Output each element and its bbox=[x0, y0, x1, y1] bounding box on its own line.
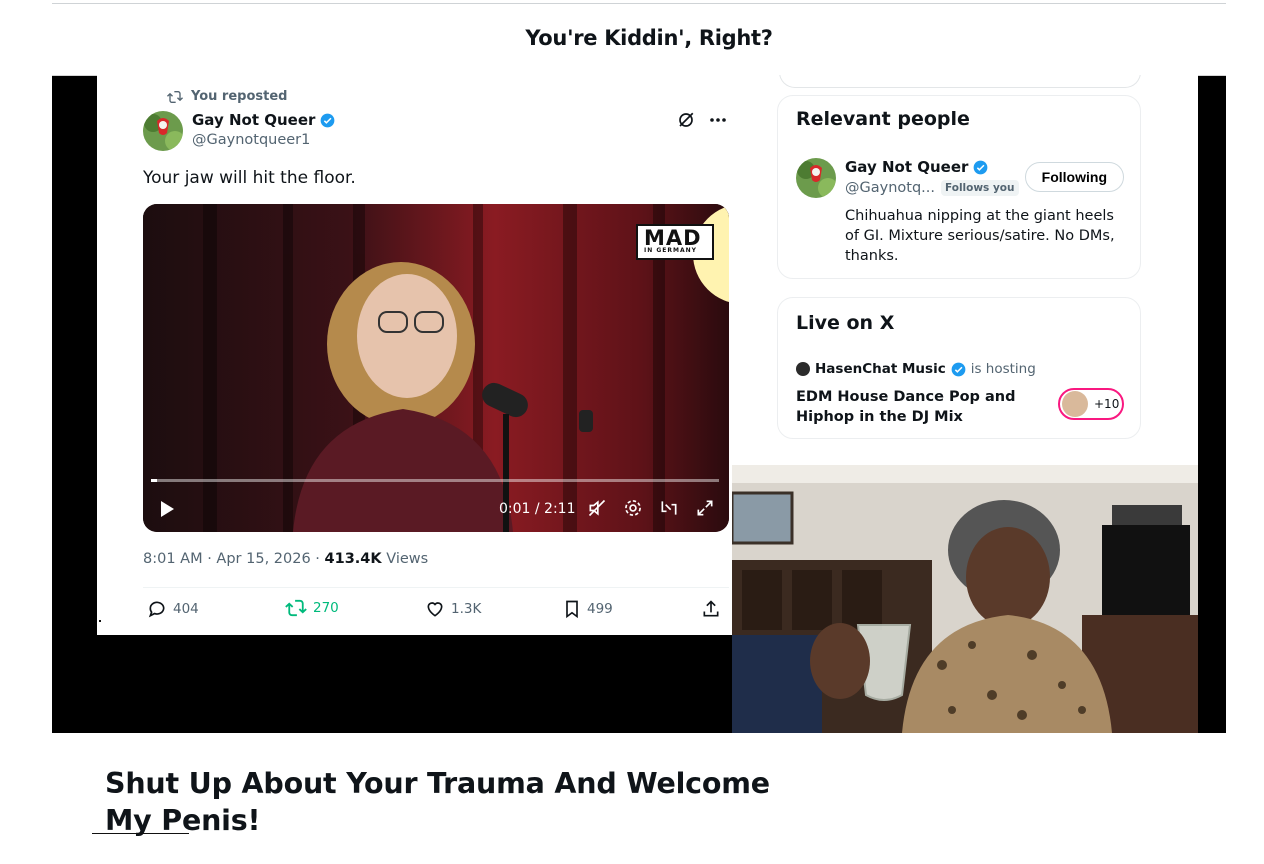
picture-in-picture-icon[interactable] bbox=[659, 498, 679, 518]
video-time: 0:01 / 2:11 bbox=[499, 501, 576, 517]
tweet-card[interactable]: You reposted Gay Not Queer @Gaynotqueer1… bbox=[97, 75, 745, 635]
repost-count: 270 bbox=[313, 600, 339, 616]
repost-button[interactable]: 270 bbox=[285, 599, 339, 617]
author-name[interactable]: Gay Not Queer bbox=[192, 111, 335, 129]
bookmark-icon bbox=[566, 600, 578, 619]
person-avatar[interactable] bbox=[796, 158, 836, 198]
person-name[interactable]: Gay Not Queer bbox=[845, 158, 988, 176]
like-count: 1.3K bbox=[451, 601, 482, 617]
tweet-views-label: Views bbox=[381, 551, 429, 567]
author-avatar[interactable] bbox=[143, 111, 183, 151]
share-button[interactable] bbox=[701, 599, 721, 619]
verified-badge-icon bbox=[951, 362, 966, 376]
repost-active-icon bbox=[285, 599, 307, 617]
follows-you-badge: Follows you bbox=[940, 180, 1019, 196]
repost-indicator: You reposted bbox=[167, 89, 287, 104]
top-divider bbox=[52, 3, 1226, 4]
following-button[interactable]: Following bbox=[1024, 162, 1124, 192]
live-on-x-card[interactable]: Live on X HasenChat Music is hosting EDM… bbox=[777, 297, 1141, 439]
listener-avatar bbox=[1062, 391, 1088, 417]
channel-logo: MAD IN GERMANY bbox=[636, 224, 714, 260]
fullscreen-icon[interactable] bbox=[695, 498, 715, 518]
headline: Shut Up About Your Trauma And Welcome My… bbox=[105, 767, 770, 837]
repost-icon bbox=[167, 90, 183, 103]
person-handle[interactable]: @Gaynotq... bbox=[845, 180, 935, 196]
relevant-people-title: Relevant people bbox=[796, 108, 970, 130]
settings-gear-icon[interactable] bbox=[623, 498, 643, 518]
reply-count: 404 bbox=[173, 601, 199, 617]
reply-button[interactable]: 404 bbox=[147, 599, 199, 619]
grok-icon[interactable] bbox=[677, 111, 695, 129]
tweet-text: Your jaw will hit the floor. bbox=[143, 168, 356, 188]
webcam-overlay bbox=[732, 465, 1198, 733]
video-frame: You reposted Gay Not Queer @Gaynotqueer1… bbox=[52, 75, 1226, 733]
sidebar: Relevant people Gay Not Queer @Gaynotq..… bbox=[745, 75, 1198, 465]
play-icon[interactable] bbox=[157, 498, 177, 520]
like-button[interactable]: 1.3K bbox=[425, 599, 481, 619]
author-handle[interactable]: @Gaynotqueer1 bbox=[192, 132, 310, 148]
person-name-text: Gay Not Queer bbox=[845, 158, 969, 176]
host-line: HasenChat Music is hosting bbox=[796, 361, 1036, 377]
person-handle-row: @Gaynotq... Follows you bbox=[845, 180, 1019, 196]
headline-underline bbox=[92, 833, 189, 834]
verified-badge-icon bbox=[321, 113, 335, 127]
reply-icon bbox=[148, 601, 165, 618]
tweet-timestamp[interactable]: 8:01 AM · Apr 15, 2026 · bbox=[143, 551, 325, 567]
hosting-label: is hosting bbox=[970, 361, 1036, 377]
bookmark-button[interactable]: 499 bbox=[563, 599, 613, 619]
video-progress-bar[interactable] bbox=[151, 479, 719, 482]
listeners-pill[interactable]: +10 bbox=[1058, 388, 1124, 420]
listener-count: +10 bbox=[1094, 397, 1120, 411]
relevant-people-card: Relevant people Gay Not Queer @Gaynotq..… bbox=[777, 95, 1141, 279]
stray-dot bbox=[99, 620, 101, 622]
verified-badge-icon bbox=[974, 160, 988, 174]
live-title: Live on X bbox=[796, 312, 895, 334]
previous-card-edge bbox=[779, 75, 1141, 88]
video-progress-fill bbox=[151, 479, 157, 482]
tweet-views-count: 413.4K bbox=[324, 551, 382, 567]
page-title: You're Kiddin', Right? bbox=[525, 26, 773, 50]
bookmark-count: 499 bbox=[587, 601, 613, 617]
more-options-icon[interactable] bbox=[709, 117, 727, 123]
meta-divider bbox=[143, 587, 729, 588]
channel-logo-subtext: IN GERMANY bbox=[644, 247, 697, 254]
heart-icon bbox=[427, 602, 443, 617]
host-avatar bbox=[796, 362, 810, 376]
engagement-bar: 404 270 1.3K 499 bbox=[143, 599, 729, 625]
share-icon bbox=[703, 600, 719, 617]
host-name: HasenChat Music bbox=[815, 361, 946, 377]
tweet-meta: 8:01 AM · Apr 15, 2026 · 413.4K Views bbox=[143, 551, 428, 567]
person-bio: Chihuahua nipping at the giant heels of … bbox=[845, 208, 1115, 264]
video-player[interactable]: MAD IN GERMANY 0:01 / 2:11 bbox=[143, 204, 729, 532]
webcam-still bbox=[732, 465, 1198, 733]
tweet-top-actions bbox=[677, 111, 727, 129]
repost-label: You reposted bbox=[191, 89, 288, 104]
video-controls: 0:01 / 2:11 bbox=[143, 496, 729, 524]
stream-title: EDM House Dance Pop and Hiphop in the DJ… bbox=[796, 389, 1016, 425]
author-name-text: Gay Not Queer bbox=[192, 111, 316, 129]
mute-icon[interactable] bbox=[587, 498, 607, 518]
